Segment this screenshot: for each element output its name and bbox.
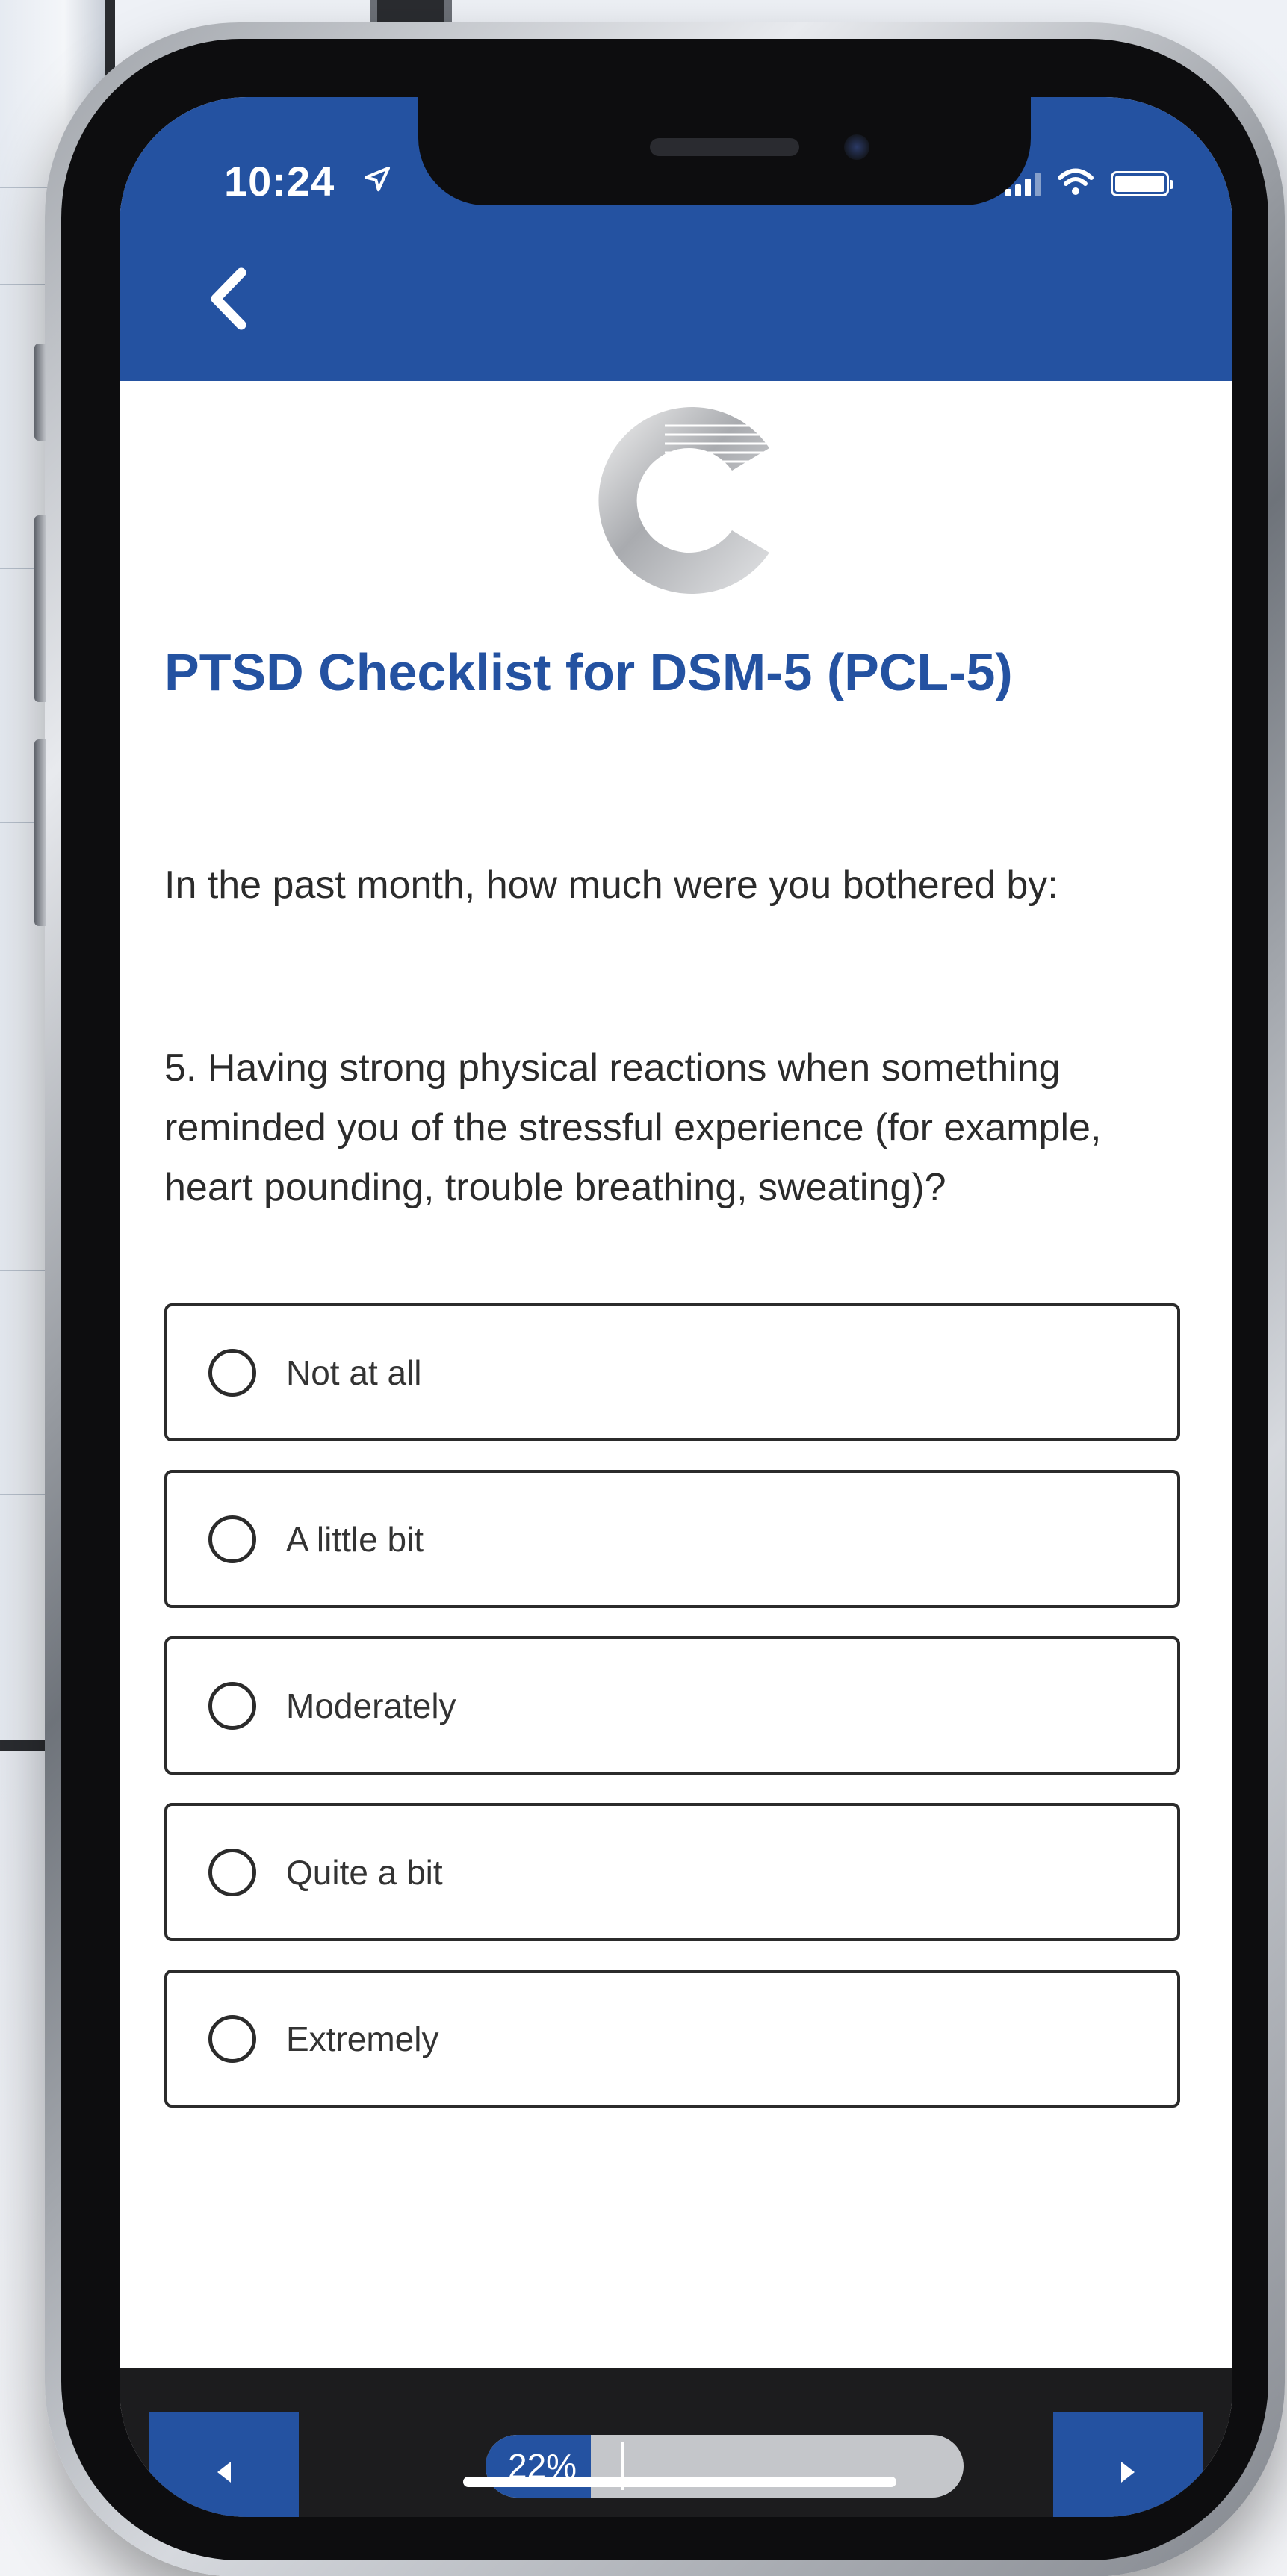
volume-down-button (34, 739, 46, 926)
notch (418, 97, 1031, 205)
progress-label: 22% (508, 2447, 577, 2486)
battery-icon (1111, 171, 1173, 196)
phone-frame: 10:24 PTSD Checklist for DSM-5 (PCL-5) I… (34, 22, 1285, 2576)
option-label: Extremely (286, 2019, 439, 2058)
option-label: Not at all (286, 1353, 422, 1392)
signal-icon (1005, 171, 1041, 196)
caret-right-icon (1121, 2462, 1135, 2483)
front-camera (844, 134, 869, 160)
survey-question: 5. Having strong physical reactions when… (164, 1046, 1102, 1209)
option-label: Moderately (286, 1686, 456, 1725)
previous-button[interactable] (149, 2412, 299, 2517)
scene: 10:24 PTSD Checklist for DSM-5 (PCL-5) I… (0, 0, 1287, 2576)
volume-up-button (34, 515, 46, 702)
bottom-navigation: 22% (120, 2368, 1232, 2517)
radio-icon[interactable] (208, 1348, 256, 1397)
app-header: 10:24 (120, 97, 1232, 381)
option-a-little-bit[interactable]: A little bit (164, 1470, 1180, 1608)
radio-icon[interactable] (208, 1848, 256, 1896)
caret-left-icon (217, 2462, 231, 2483)
next-button[interactable] (1053, 2412, 1203, 2517)
option-extremely[interactable]: Extremely (164, 1970, 1180, 2108)
status-time: 10:24 (224, 158, 335, 205)
radio-icon[interactable] (208, 1681, 256, 1730)
option-label: A little bit (286, 1519, 424, 1559)
option-not-at-all[interactable]: Not at all (164, 1303, 1180, 1441)
survey-prompt: In the past month, how much were you bot… (164, 863, 1058, 907)
page-title: PTSD Checklist for DSM-5 (PCL-5) (164, 643, 1013, 701)
wifi-icon (1058, 168, 1094, 195)
radio-icon[interactable] (208, 1515, 256, 1563)
mute-switch (34, 344, 46, 441)
phone-screen: 10:24 PTSD Checklist for DSM-5 (PCL-5) I… (120, 97, 1232, 2517)
survey-content: PTSD Checklist for DSM-5 (PCL-5) In the … (120, 381, 1232, 2368)
option-label: Quite a bit (286, 1852, 443, 1892)
c-logo-icon (598, 407, 784, 594)
chevron-left-icon (211, 267, 246, 330)
option-quite-a-bit[interactable]: Quite a bit (164, 1803, 1180, 1941)
radio-icon[interactable] (208, 2014, 256, 2063)
option-moderately[interactable]: Moderately (164, 1636, 1180, 1775)
status-icons (1005, 168, 1173, 196)
answer-options: Not at all A little bit Moderately Quite… (164, 1303, 1180, 2136)
progress-bar: 22% (486, 2435, 964, 2498)
location-arrow-icon (365, 167, 390, 192)
speaker-grille (650, 138, 799, 156)
back-button[interactable] (190, 258, 265, 340)
home-indicator[interactable] (463, 2477, 896, 2487)
